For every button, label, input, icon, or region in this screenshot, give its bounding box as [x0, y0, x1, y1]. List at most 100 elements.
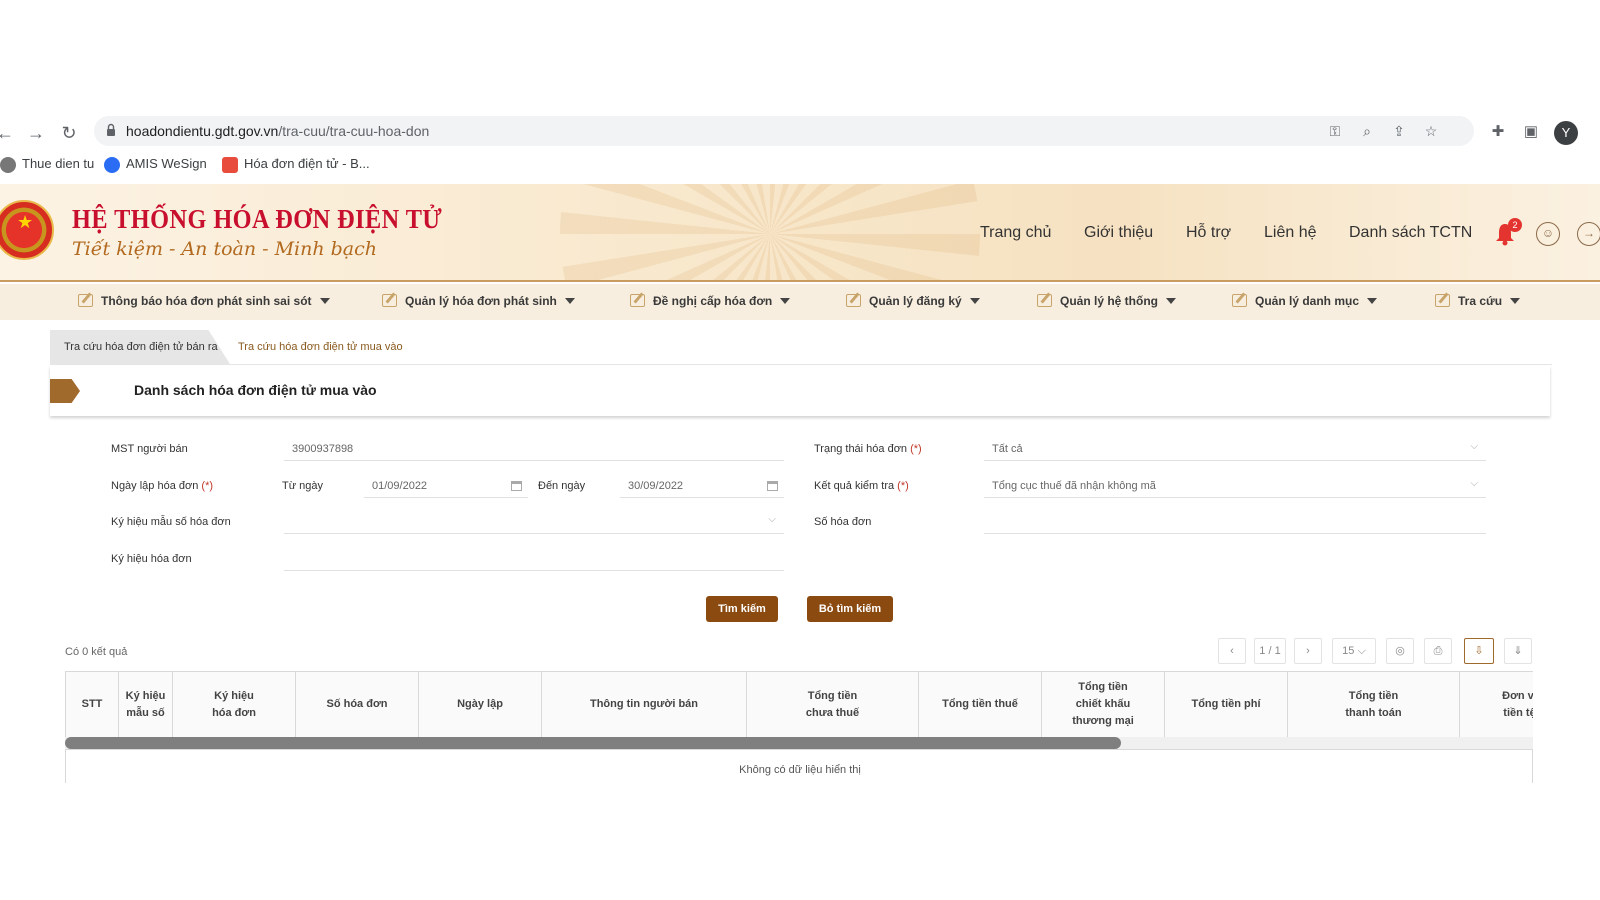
bookmark-amis-wesign[interactable]: AMIS WeSign	[104, 156, 207, 173]
caret-down-icon	[1367, 298, 1378, 304]
user-icon[interactable]: ☺	[1536, 222, 1560, 246]
col-stt: STT	[66, 672, 119, 737]
page-size-select[interactable]: 15 ⌵	[1332, 638, 1376, 664]
den-ngay-label: Đến ngày	[538, 480, 586, 492]
site-title: HỆ THỐNG HÓA ĐƠN ĐIỆN TỬ	[72, 204, 443, 234]
section-header: Danh sách hóa đơn điện tử mua vào	[50, 366, 1550, 416]
menu-quan-ly-dang-ky[interactable]: Quản lý đăng ký	[846, 294, 980, 308]
menu-label: Quản lý hệ thống	[1060, 294, 1158, 308]
share-icon[interactable]: ⇪	[1390, 122, 1408, 140]
trang-thai-value: Tất cả	[992, 443, 1023, 455]
ket-qua-select[interactable]: Tổng cục thuế đã nhận không mã ⌵	[984, 474, 1486, 498]
nav-link-trang-chu[interactable]: Trang chủ	[980, 224, 1051, 242]
main-menu: Thông báo hóa đơn phát sinh sai sót Quản…	[0, 284, 1600, 320]
scrollbar-thumb[interactable]	[65, 737, 1121, 749]
ky-hieu-label: Ký hiệu hóa đơn	[111, 553, 192, 565]
section-flag-icon	[50, 379, 80, 403]
den-ngay-input[interactable]: 30/09/2022	[620, 474, 784, 498]
forward-icon[interactable]: →	[25, 122, 47, 144]
lock-icon	[107, 123, 115, 136]
section-title: Danh sách hóa đơn điện tử mua vào	[134, 382, 377, 398]
tu-ngay-input[interactable]: 01/09/2022	[364, 474, 528, 498]
clear-search-button[interactable]: Bỏ tìm kiếm	[807, 596, 893, 622]
invoice-table: STT Ký hiệu mẫu số Ký hiệu hóa đơn Số hó…	[65, 671, 1533, 783]
menu-label: Đề nghị cấp hóa đơn	[653, 294, 773, 308]
download-icon[interactable]: ⇓	[1504, 638, 1532, 664]
profile-avatar[interactable]: Y	[1554, 121, 1578, 145]
calendar-icon[interactable]	[767, 481, 778, 491]
print-icon[interactable]: ⎙	[1424, 638, 1452, 664]
so-hoa-don-label: Số hóa đơn	[814, 516, 872, 528]
horizontal-scrollbar[interactable]	[65, 737, 1533, 749]
col-tong-tien-chiet-khau: Tổng tiền chiết khấu thương mại	[1042, 672, 1165, 737]
col-tong-tien-thue: Tổng tiền thuế	[919, 672, 1042, 737]
browser-chrome: ← → ↻ hoadondientu.gdt.gov.vn/tra-cuu/tr…	[0, 114, 1600, 184]
bookmark-hoa-don[interactable]: Hóa đơn điện tử - B...	[222, 156, 370, 173]
ky-hieu-input[interactable]	[284, 547, 784, 571]
site-slogan: Tiết kiệm - An toàn - Minh bạch	[72, 238, 378, 260]
mst-input[interactable]: 3900937898	[284, 437, 784, 461]
menu-label: Quản lý đăng ký	[869, 294, 962, 308]
nav-link-ho-tro[interactable]: Hỗ trợ	[1186, 224, 1231, 242]
nav-link-lien-he[interactable]: Liên hệ	[1264, 224, 1317, 242]
view-icon[interactable]: ◎	[1386, 638, 1414, 664]
tu-ngay-label: Từ ngày	[282, 480, 323, 492]
url-path: /tra-cuu/tra-cuu-hoa-don	[278, 123, 430, 139]
zoom-icon[interactable]: ⌕	[1358, 122, 1376, 140]
den-ngay-value: 30/09/2022	[628, 480, 684, 492]
nav-link-danh-sach-tctn[interactable]: Danh sách TCTN	[1349, 224, 1472, 242]
prev-page-button[interactable]: ‹	[1218, 638, 1246, 664]
address-bar[interactable]: hoadondientu.gdt.gov.vn/tra-cuu/tra-cuu-…	[94, 116, 1474, 146]
bookmark-thue-dien-tu[interactable]: Thue dien tu	[0, 156, 94, 173]
edit-icon	[1037, 294, 1052, 307]
chevron-down-icon: ⌵	[768, 514, 776, 525]
menu-thong-bao-sai-sot[interactable]: Thông báo hóa đơn phát sinh sai sót	[78, 294, 330, 308]
menu-quan-ly-hoa-don[interactable]: Quản lý hóa đơn phát sinh	[382, 294, 575, 308]
menu-label: Quản lý danh mục	[1255, 294, 1360, 308]
national-emblem-logo[interactable]: ★	[0, 200, 54, 260]
col-tong-tien-chua-thue: Tổng tiền chưa thuế	[747, 672, 919, 737]
edit-icon	[382, 294, 397, 307]
ket-qua-text: Kết quả kiểm tra	[814, 480, 895, 492]
calendar-icon[interactable]	[511, 481, 522, 491]
edit-icon	[630, 294, 645, 307]
page-size-value: 15	[1342, 645, 1355, 657]
ngay-lap-label: Ngày lập hóa đơn (*)	[111, 480, 213, 492]
menu-de-nghi-cap[interactable]: Đề nghị cấp hóa đơn	[630, 294, 791, 308]
logout-icon[interactable]: →	[1577, 222, 1600, 246]
tab-divider	[50, 364, 1552, 365]
trang-thai-select[interactable]: Tất cả ⌵	[984, 437, 1486, 461]
extensions-icon[interactable]: ✚	[1488, 122, 1508, 142]
trang-thai-text: Trạng thái hóa đơn	[814, 443, 908, 455]
bookmark-label: Thue dien tu	[22, 156, 95, 171]
export-excel-icon[interactable]: ⇩	[1464, 638, 1494, 664]
edit-icon	[1232, 294, 1247, 307]
nav-link-gioi-thieu[interactable]: Giới thiệu	[1084, 224, 1153, 242]
page-indicator: 1 / 1	[1254, 638, 1286, 664]
side-panel-icon[interactable]: ▣	[1521, 122, 1541, 142]
caret-down-icon	[1510, 298, 1521, 304]
tab-tra-cuu-ban-ra[interactable]: Tra cứu hóa đơn điện tử bán ra	[50, 330, 230, 364]
col-so-hoa-don: Số hóa đơn	[296, 672, 419, 737]
menu-tra-cuu[interactable]: Tra cứu	[1435, 294, 1521, 308]
back-icon[interactable]: ←	[0, 122, 16, 144]
menu-quan-ly-he-thong[interactable]: Quản lý hệ thống	[1037, 294, 1176, 308]
star-icon[interactable]: ☆	[1422, 122, 1440, 140]
wesign-icon	[104, 156, 120, 173]
menu-label: Quản lý hóa đơn phát sinh	[405, 294, 557, 308]
menu-quan-ly-danh-muc[interactable]: Quản lý danh mục	[1232, 294, 1378, 308]
col-tong-tien-phi: Tổng tiền phí	[1165, 672, 1288, 737]
required-mark: (*)	[910, 443, 922, 455]
chevron-down-icon: ⌵	[1470, 441, 1478, 452]
tab-tra-cuu-mua-vao[interactable]: Tra cứu hóa đơn điện tử mua vào	[238, 341, 403, 353]
reload-icon[interactable]: ↻	[58, 122, 80, 144]
key-icon[interactable]: ⚿	[1326, 122, 1344, 140]
ngay-lap-text: Ngày lập hóa đơn	[111, 480, 199, 492]
mst-label: MST người bán	[111, 443, 188, 455]
next-page-button[interactable]: ›	[1294, 638, 1322, 664]
chevron-down-icon: ⌵	[1470, 478, 1478, 489]
so-hoa-don-input[interactable]	[984, 510, 1486, 534]
ky-hieu-mau-select[interactable]: ⌵	[284, 510, 784, 534]
search-button[interactable]: Tìm kiếm	[706, 596, 778, 622]
col-ngay-lap: Ngày lập	[419, 672, 542, 737]
